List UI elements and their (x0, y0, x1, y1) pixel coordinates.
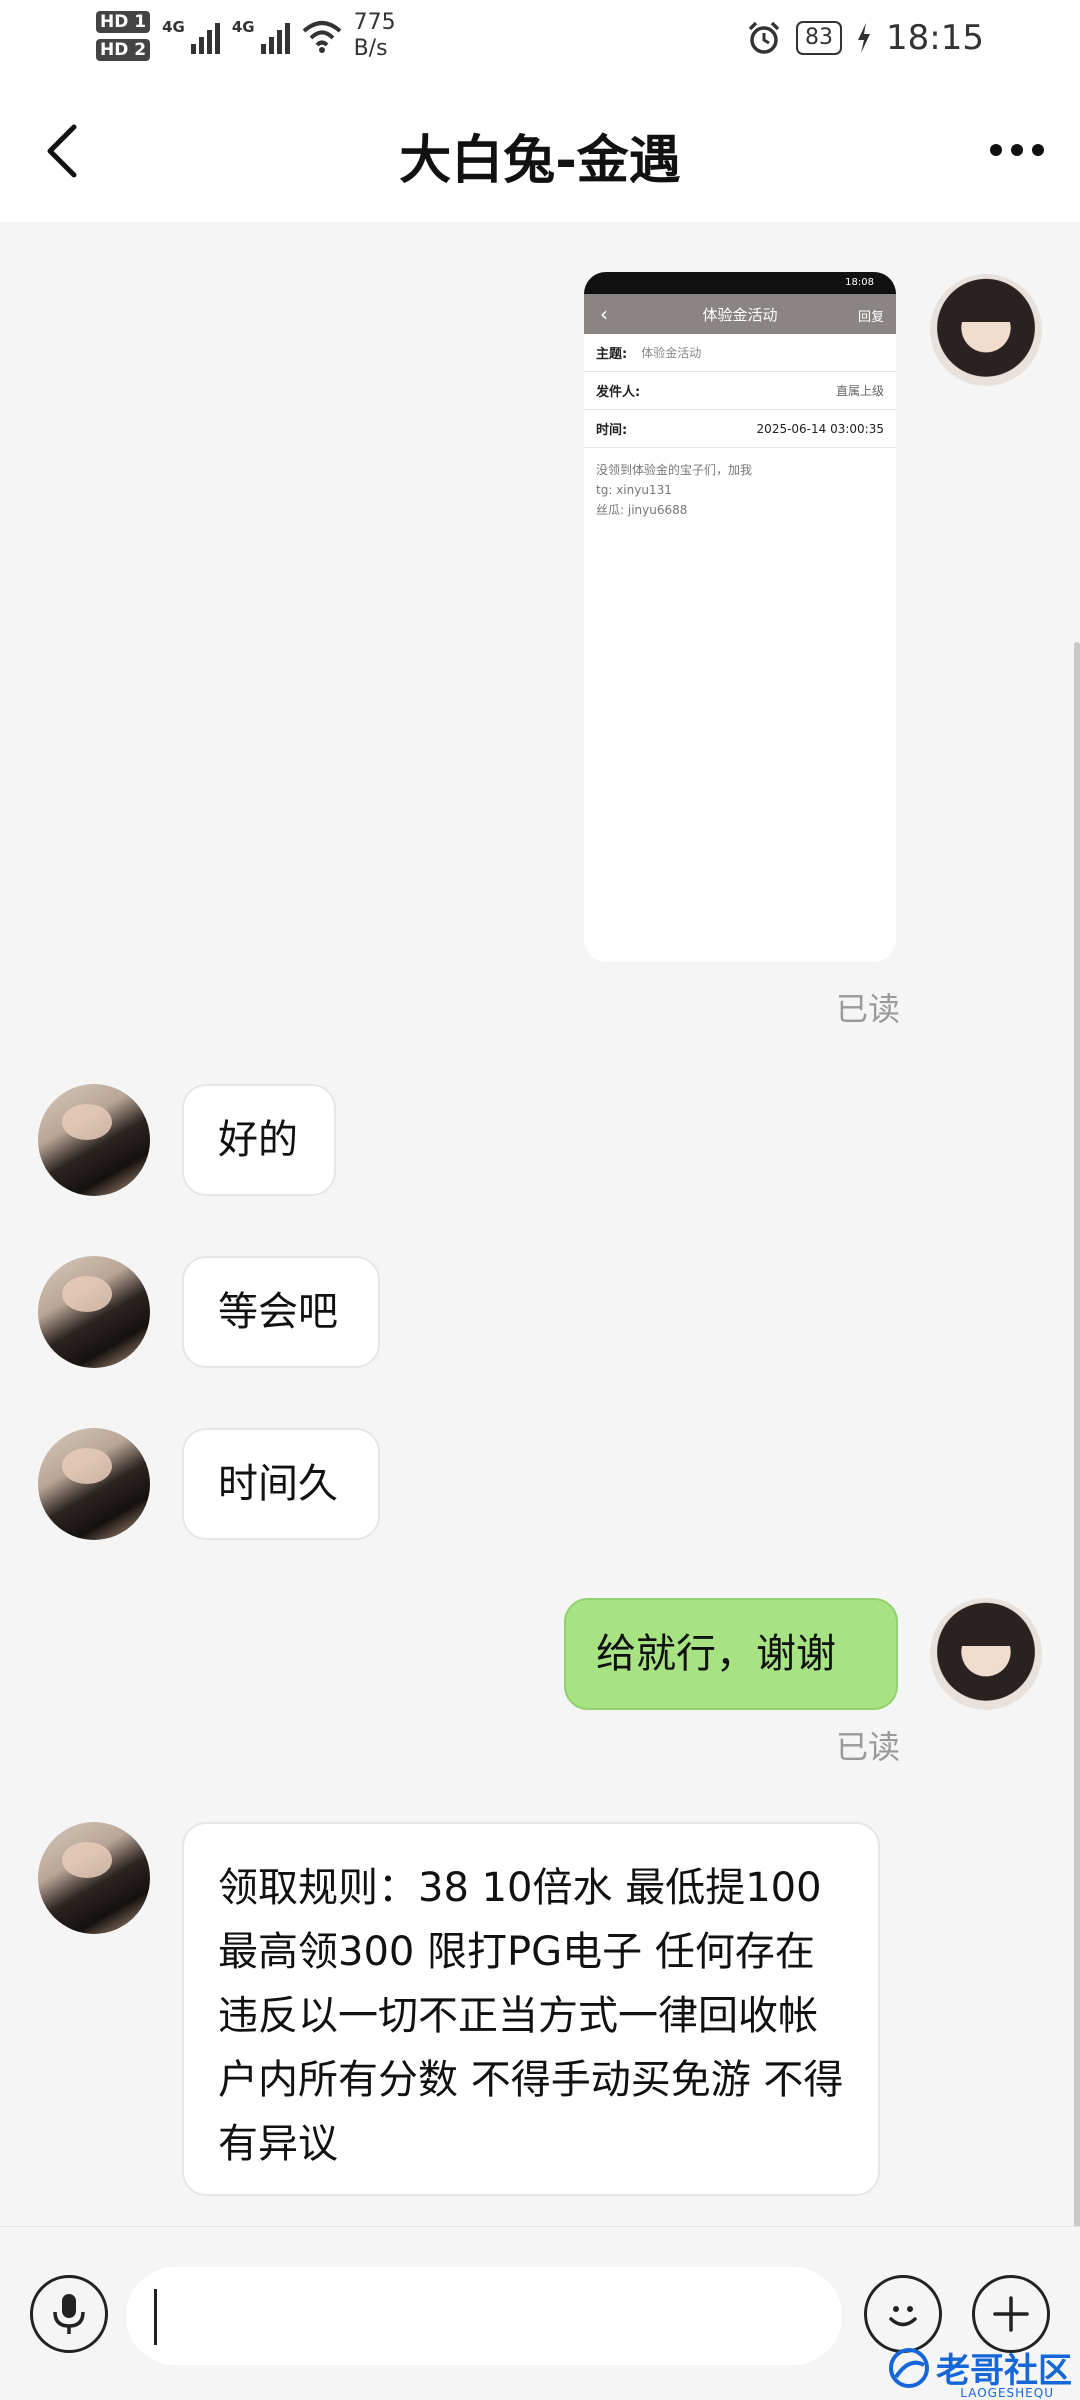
signal-1-icon: 4G (162, 18, 220, 54)
charging-icon (858, 23, 871, 53)
peer-avatar[interactable] (38, 1428, 150, 1540)
my-avatar[interactable] (930, 274, 1042, 386)
incoming-message[interactable]: 领取规则：38 10倍水 最低提100最高领300 限打PG电子 任何存在违反以… (182, 1822, 880, 2196)
screenshot-statusbar: 18:08 (584, 272, 896, 294)
plus-button[interactable] (972, 2275, 1050, 2353)
read-receipt: 已读 (836, 990, 901, 1028)
chat-header: 大白兔-金遇 (0, 80, 1080, 222)
network-speed: 775 B/s (353, 10, 396, 61)
plus-icon (993, 2296, 1029, 2332)
message-input[interactable] (126, 2267, 842, 2365)
alarm-icon (748, 21, 780, 54)
hd2-badge: HD 2 (96, 39, 151, 61)
watermark-sub: LAOGESHEQU (960, 2386, 1054, 2400)
more-button[interactable] (978, 120, 1056, 180)
incoming-message[interactable]: 好的 (182, 1084, 336, 1196)
screenshot-time-row: 时间: 2025-06-14 03:00:35 (584, 410, 896, 448)
shared-screenshot-message[interactable]: 18:08 ‹ 体验金活动 回复 主题: 体验金活动 发件人: 直属上级 时间:… (584, 272, 896, 962)
signal-2-icon: 4G (232, 18, 290, 54)
more-dots-icon (990, 144, 1044, 156)
wifi-icon (302, 21, 341, 53)
screenshot-sender-row: 发件人: 直属上级 (584, 372, 896, 410)
emoji-button[interactable] (864, 2275, 942, 2353)
status-right: 83 18:15 (746, 18, 984, 58)
watermark-logo-icon (889, 2347, 929, 2388)
status-bar: HD 1 HD 2 4G 4G 775 B/s 83 18:15 (0, 0, 1080, 80)
input-bar: 老哥社区 LAOGESHEQU (0, 2226, 1080, 2400)
peer-avatar[interactable] (38, 1256, 150, 1368)
chat-title: 大白兔-金遇 (399, 131, 681, 191)
scrollbar[interactable] (1074, 642, 1080, 2230)
incoming-message[interactable]: 等会吧 (182, 1256, 380, 1368)
clock: 18:15 (886, 18, 984, 58)
incoming-message[interactable]: 时间久 (182, 1428, 380, 1540)
screenshot-body: 没领到体验金的宝子们，加我 tg: xinyu131 丝瓜: jinyu6688 (596, 463, 753, 517)
hd1-badge: HD 1 (96, 11, 151, 33)
my-avatar[interactable] (930, 1598, 1042, 1710)
peer-avatar[interactable] (38, 1822, 150, 1934)
battery-indicator: 83 (796, 21, 843, 55)
screenshot-titlebar: ‹ 体验金活动 回复 (584, 294, 896, 334)
emoji-icon (889, 2306, 917, 2327)
read-receipt: 已读 (836, 1728, 901, 1766)
outgoing-message[interactable]: 给就行，谢谢 (564, 1598, 898, 1710)
screenshot-subject-row: 主题: 体验金活动 (584, 334, 896, 372)
peer-avatar[interactable] (38, 1084, 150, 1196)
hd-indicators: HD 1 HD 2 (96, 11, 151, 61)
text-caret (154, 2289, 157, 2345)
microphone-icon (53, 2294, 85, 2334)
voice-button[interactable] (30, 2275, 108, 2353)
message-list[interactable]: 18:08 ‹ 体验金活动 回复 主题: 体验金活动 发件人: 直属上级 时间:… (0, 222, 1080, 2230)
watermark: 老哥社区 (888, 2343, 1072, 2392)
status-left: HD 1 HD 2 4G 4G 775 B/s (96, 10, 396, 62)
screenshot-back-icon: ‹ (600, 302, 608, 326)
